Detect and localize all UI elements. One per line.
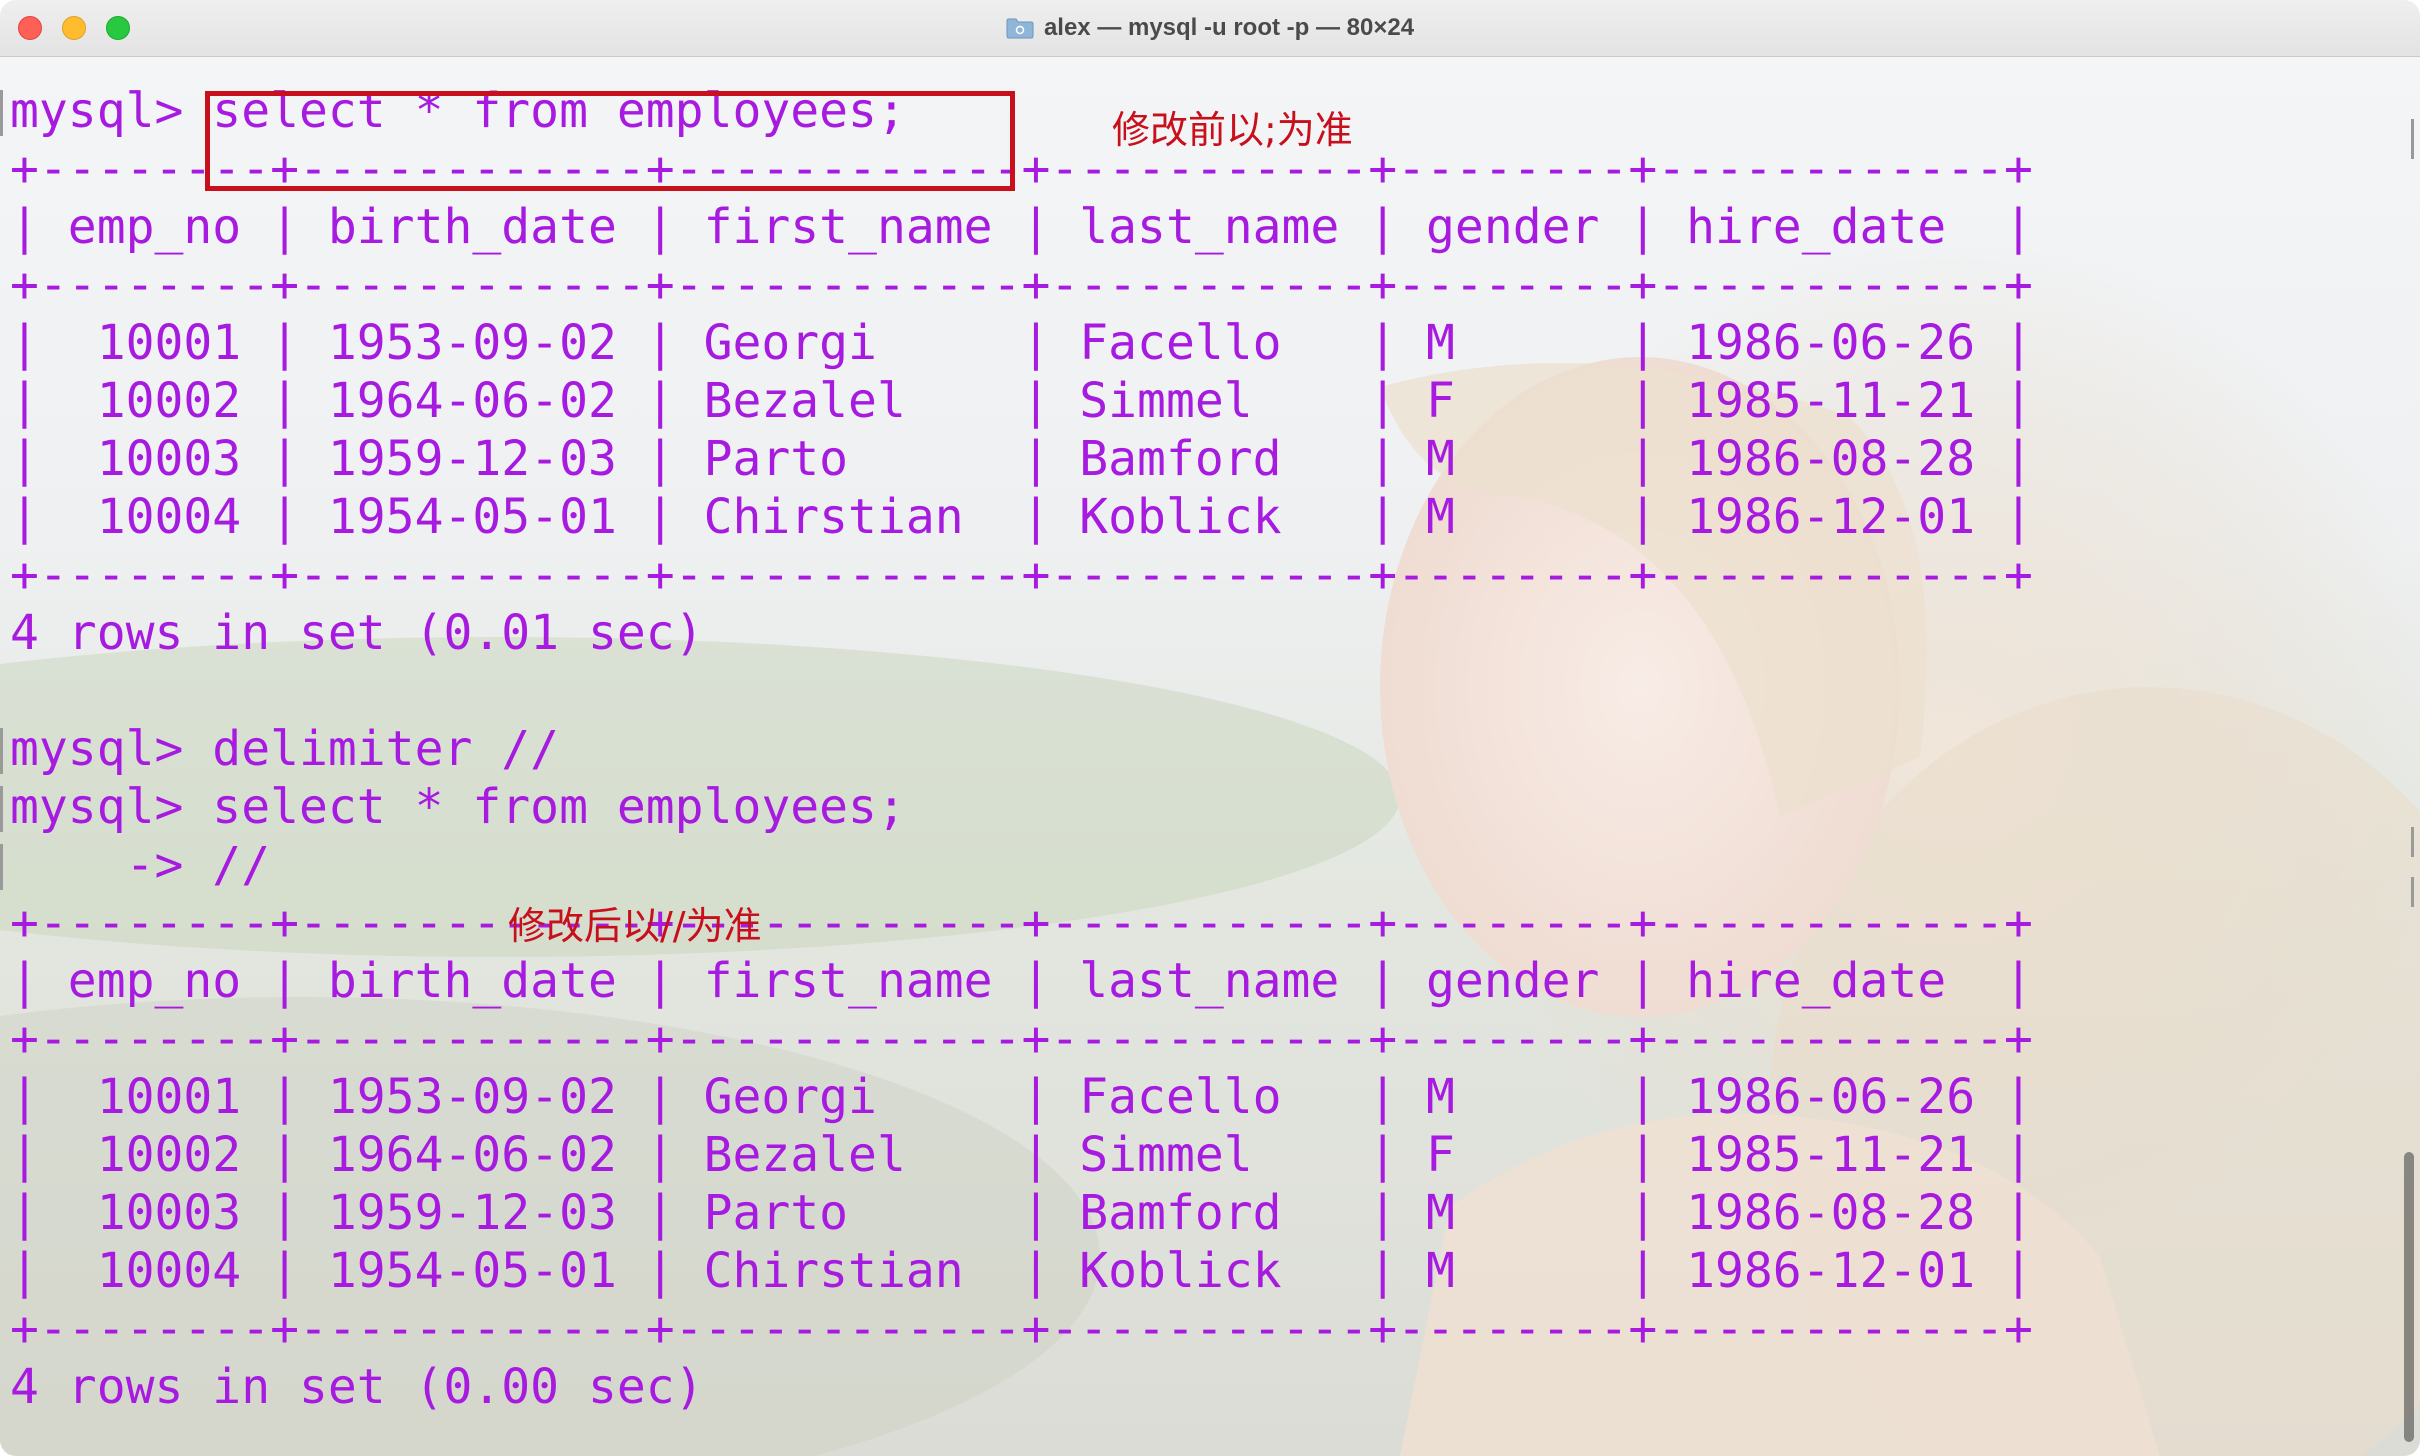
- terminal-line: +--------+------------+------------+----…: [10, 547, 2033, 603]
- terminal-line: 4 rows in set (0.00 sec): [10, 1359, 704, 1415]
- right-edge-marker: [2411, 827, 2414, 857]
- terminal-line: | 10001 | 1953-09-02 | Georgi | Facello …: [10, 315, 2033, 371]
- vertical-scrollbar[interactable]: [2404, 1152, 2414, 1442]
- prompt-marker: [0, 728, 3, 774]
- terminal-line: +--------+------------+------------+----…: [10, 257, 2033, 313]
- terminal-line: | 10001 | 1953-09-02 | Georgi | Facello …: [10, 1069, 2033, 1125]
- highlight-box: [205, 91, 1015, 191]
- terminal-line: | 10004 | 1954-05-01 | Chirstian | Kobli…: [10, 1243, 2033, 1299]
- right-edge-marker: [2411, 877, 2414, 907]
- minimize-button[interactable]: [62, 16, 86, 40]
- terminal-line: | 10003 | 1959-12-03 | Parto | Bamford |…: [10, 431, 2033, 487]
- terminal-line: | emp_no | birth_date | first_name | las…: [10, 953, 2033, 1009]
- folder-icon: [1006, 17, 1034, 39]
- title-bar[interactable]: alex — mysql -u root -p — 80×24: [0, 0, 2420, 57]
- close-button[interactable]: [18, 16, 42, 40]
- window-controls: [18, 16, 130, 40]
- terminal-window: alex — mysql -u root -p — 80×24 mysql> s…: [0, 0, 2420, 1456]
- prompt-marker: [0, 844, 3, 890]
- zoom-button[interactable]: [106, 16, 130, 40]
- window-title: alex — mysql -u root -p — 80×24: [1043, 14, 1415, 41]
- terminal-line: | 10004 | 1954-05-01 | Chirstian | Kobli…: [10, 489, 2033, 545]
- terminal-content[interactable]: mysql> select * from employees; +--------…: [0, 57, 2420, 1456]
- terminal-output[interactable]: mysql> select * from employees; +--------…: [0, 57, 2420, 1456]
- prompt-marker: [0, 90, 3, 136]
- terminal-line: | 10002 | 1964-06-02 | Bezalel | Simmel …: [10, 1127, 2033, 1183]
- terminal-line: mysql> select * from employees;: [10, 779, 906, 835]
- annotation-after: 修改后以//为准: [508, 904, 762, 948]
- terminal-line: | 10003 | 1959-12-03 | Parto | Bamford |…: [10, 1185, 2033, 1241]
- prompt-marker: [0, 786, 3, 832]
- terminal-line: -> //: [10, 837, 271, 893]
- window-title-group: alex — mysql -u root -p — 80×24: [1006, 14, 1414, 42]
- terminal-line: | emp_no | birth_date | first_name | las…: [10, 199, 2033, 255]
- annotation-before: 修改前以;为准: [1112, 108, 1353, 152]
- right-edge-marker: [2411, 119, 2414, 159]
- terminal-line: 4 rows in set (0.01 sec): [10, 605, 704, 661]
- terminal-line: +--------+------------+------------+----…: [10, 895, 2033, 951]
- terminal-line: mysql> delimiter //: [10, 721, 560, 777]
- terminal-line: +--------+------------+------------+----…: [10, 1011, 2033, 1067]
- terminal-line: | 10002 | 1964-06-02 | Bezalel | Simmel …: [10, 373, 2033, 429]
- terminal-line: +--------+------------+------------+----…: [10, 1301, 2033, 1357]
